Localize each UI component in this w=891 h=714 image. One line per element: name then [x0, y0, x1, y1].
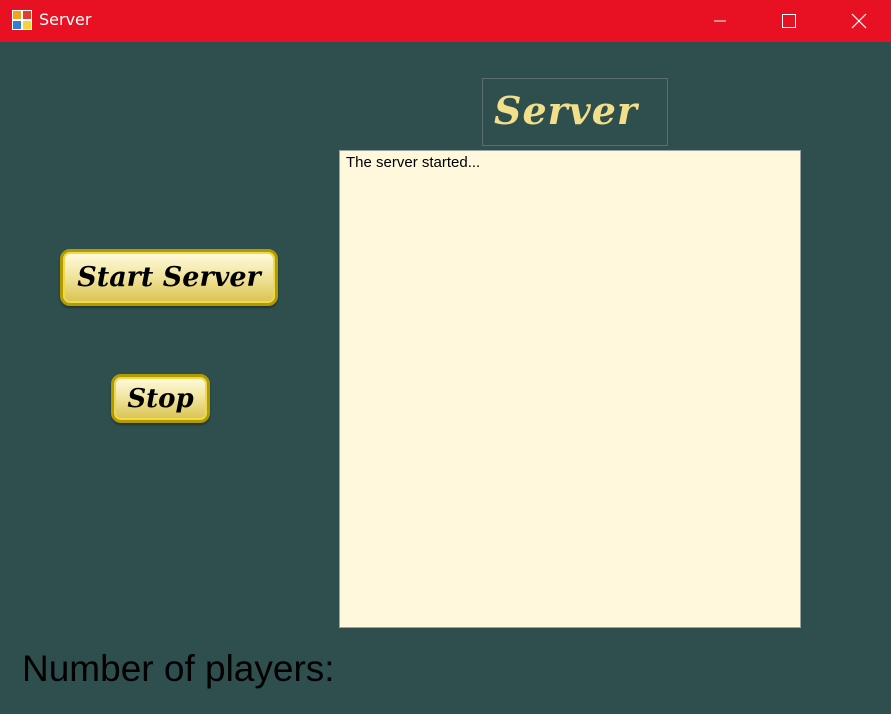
close-icon: [851, 13, 867, 29]
maximize-button[interactable]: [766, 0, 812, 42]
number-of-players-label: Number of players:: [22, 648, 335, 689]
stop-button[interactable]: Stop: [111, 374, 210, 423]
main-form: Server Start Server Stop The server star…: [0, 42, 891, 714]
window-title: Server: [39, 10, 92, 29]
minimize-icon: [714, 20, 726, 22]
app-icon[interactable]: [12, 10, 32, 30]
server-log-textbox[interactable]: The server started...: [339, 150, 801, 628]
server-header-label: Server: [494, 88, 638, 133]
title-bar[interactable]: Server: [0, 0, 891, 42]
close-button[interactable]: [836, 0, 882, 42]
start-server-button[interactable]: Start Server: [60, 249, 278, 306]
maximize-icon: [782, 14, 796, 28]
minimize-button[interactable]: [697, 0, 743, 42]
